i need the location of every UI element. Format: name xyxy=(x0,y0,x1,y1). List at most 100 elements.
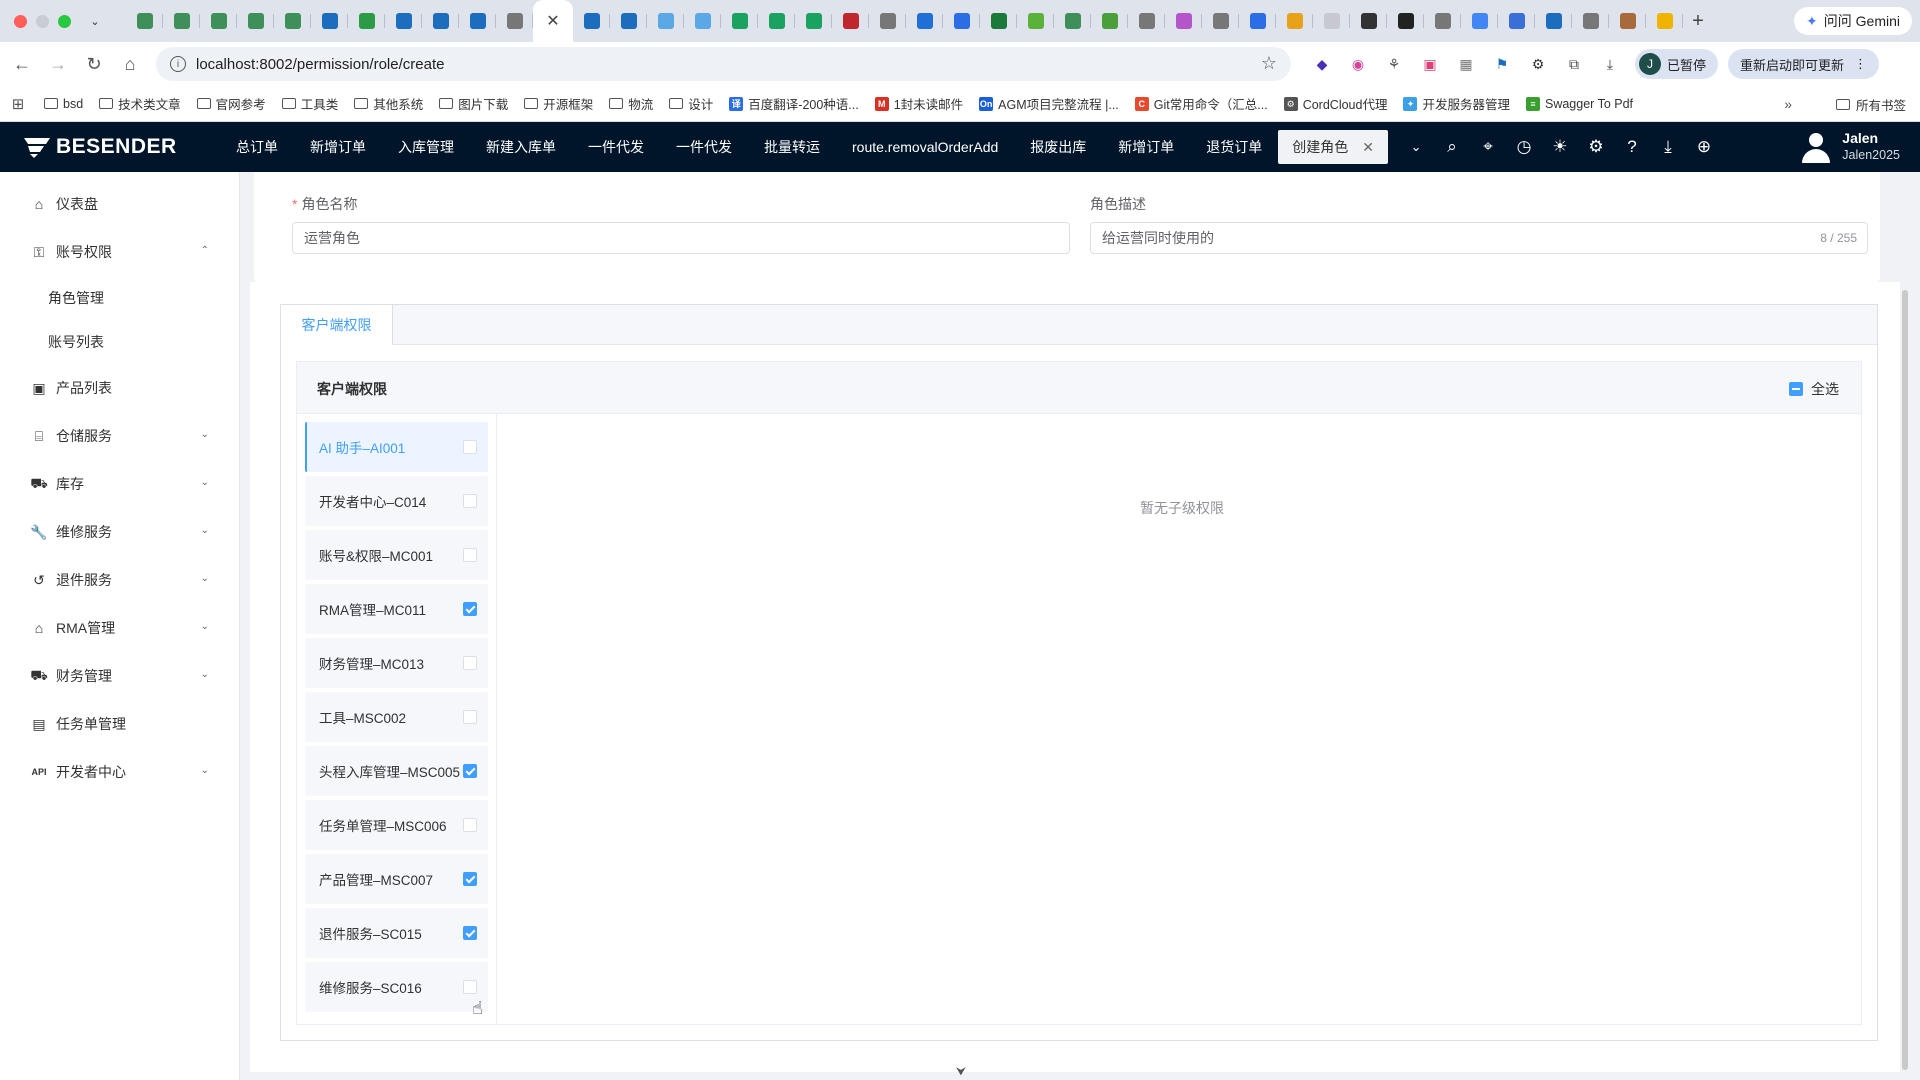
browser-tab[interactable] xyxy=(1646,0,1683,42)
permission-module-item[interactable]: AI 助手–AI001 xyxy=(305,422,488,472)
bookmark-item[interactable]: 图片下载 xyxy=(431,94,516,113)
extension-pink-icon[interactable]: ▣ xyxy=(1417,51,1443,77)
bookmark-item[interactable]: M 1封未读邮件 xyxy=(867,94,971,113)
browser-tab[interactable] xyxy=(1313,0,1350,42)
logo[interactable]: BESENDER xyxy=(0,135,230,159)
browser-tab[interactable] xyxy=(1017,0,1054,42)
select-all-box[interactable] xyxy=(1789,382,1803,396)
browser-tab[interactable] xyxy=(1424,0,1461,42)
role-desc-input[interactable]: 给运营同时使用的 8 / 255 xyxy=(1090,222,1868,254)
scroll-down-icon[interactable]: ⮟ xyxy=(952,1064,970,1080)
all-bookmarks-button[interactable]: 所有书签 xyxy=(1835,86,1906,122)
page-tab[interactable]: 退货订单 xyxy=(1190,122,1278,172)
extension-diamond-icon[interactable]: ◆ xyxy=(1309,51,1335,77)
bookmark-item[interactable]: 设计 xyxy=(661,94,721,113)
page-tab[interactable]: 新增订单 xyxy=(294,122,382,172)
page-tab[interactable]: route.removalOrderAdd xyxy=(836,122,1014,172)
bookmark-item[interactable]: 官网参考 xyxy=(189,94,274,113)
browser-tab-active[interactable]: ✕ xyxy=(533,0,573,42)
profile-paused-button[interactable]: J 已暂停 xyxy=(1635,49,1719,79)
browser-tab[interactable] xyxy=(1498,0,1535,42)
sidebar-subitem[interactable]: 账号列表 xyxy=(0,320,239,364)
permission-module-item[interactable]: 维修服务–SC016 xyxy=(305,962,488,1012)
permission-module-item[interactable]: 开发者中心–C014 xyxy=(305,476,488,526)
page-tab[interactable]: 报废出库 xyxy=(1014,122,1102,172)
site-info-icon[interactable]: i xyxy=(170,56,186,72)
bookmark-item[interactable]: bsd xyxy=(36,97,91,111)
maximize-window-button[interactable] xyxy=(58,14,71,28)
browser-tab[interactable] xyxy=(1239,0,1276,42)
search-icon[interactable]: ⌕ xyxy=(1434,137,1470,157)
browser-tab[interactable] xyxy=(1165,0,1202,42)
bookmark-item[interactable]: ✦ 开发服务器管理 xyxy=(1395,94,1518,113)
browser-tab[interactable] xyxy=(573,0,610,42)
download-icon[interactable]: ⤓ xyxy=(1597,51,1623,77)
browser-tab[interactable] xyxy=(1350,0,1387,42)
sidebar-item-inventory[interactable]: ⛟ 库存 ⌄ xyxy=(0,460,239,508)
browser-tab[interactable] xyxy=(311,0,348,42)
page-tab[interactable]: 总订单 xyxy=(232,122,294,172)
permission-module-item[interactable]: 财务管理–MC013 xyxy=(305,638,488,688)
browser-tab[interactable] xyxy=(1276,0,1313,42)
page-tab[interactable]: 新建入库单 xyxy=(470,122,572,172)
gemini-button[interactable]: ✦ 问问 Gemini xyxy=(1794,7,1912,35)
reload-icon[interactable]: ↻ xyxy=(76,54,112,75)
tab-create-role[interactable]: 创建角色 ✕ xyxy=(1278,130,1389,164)
settings-gear-icon[interactable]: ⚙ xyxy=(1578,137,1614,157)
browser-tab[interactable] xyxy=(1054,0,1091,42)
permission-checkbox[interactable] xyxy=(463,548,477,562)
bookmark-item[interactable]: ≡ Swagger To Pdf xyxy=(1518,96,1641,111)
permission-checkbox[interactable] xyxy=(463,764,477,778)
browser-tab[interactable] xyxy=(1202,0,1239,42)
page-scrollbar[interactable] xyxy=(1902,290,1908,1070)
permission-checkbox[interactable] xyxy=(463,440,477,454)
sidebar-item-return[interactable]: ↺ 退件服务 ⌄ xyxy=(0,556,239,604)
extensions-puzzle-icon[interactable]: ⧉ xyxy=(1561,51,1587,77)
permission-checkbox[interactable] xyxy=(463,602,477,616)
permission-module-item[interactable]: 头程入库管理–MSC005 xyxy=(305,746,488,796)
add-circle-icon[interactable]: ⊕ xyxy=(1686,137,1722,157)
browser-tab[interactable] xyxy=(1461,0,1498,42)
browser-tab[interactable] xyxy=(1609,0,1646,42)
sidebar-item-task[interactable]: ▤ 任务单管理 xyxy=(0,700,239,748)
theme-sun-icon[interactable]: ☀ xyxy=(1542,137,1578,157)
browser-tab[interactable] xyxy=(422,0,459,42)
extension-ring-icon[interactable]: ◉ xyxy=(1345,51,1371,77)
browser-tab[interactable] xyxy=(980,0,1017,42)
apps-grid-icon[interactable]: ⊞ xyxy=(0,95,36,113)
close-tab-icon[interactable]: ✕ xyxy=(546,11,559,31)
browser-tab[interactable] xyxy=(943,0,980,42)
browser-tab[interactable] xyxy=(496,0,533,42)
browser-tab[interactable] xyxy=(459,0,496,42)
browser-tab[interactable] xyxy=(163,0,200,42)
permission-checkbox[interactable] xyxy=(463,980,477,994)
browser-tab[interactable] xyxy=(832,0,869,42)
home-icon[interactable]: ⌂ xyxy=(112,54,148,75)
permission-module-item[interactable]: 退件服务–SC015 xyxy=(305,908,488,958)
browser-tab[interactable] xyxy=(274,0,311,42)
sidebar-item-rma[interactable]: ⌂ RMA管理 ⌄ xyxy=(0,604,239,652)
page-tab[interactable]: 入库管理 xyxy=(382,122,470,172)
extension-image-icon[interactable]: ▦ xyxy=(1453,51,1479,77)
bookmark-star-icon[interactable]: ☆ xyxy=(1261,53,1277,74)
bookmark-item[interactable]: 其他系统 xyxy=(346,94,431,113)
permission-module-item[interactable]: 任务单管理–MSC006 xyxy=(305,800,488,850)
bookmark-item[interactable]: 译百度翻译-200种语... xyxy=(721,94,866,113)
user-menu[interactable]: Jalen Jalen2025 xyxy=(1800,130,1900,164)
select-all-checkbox[interactable]: 全选 xyxy=(1789,379,1839,399)
browser-tab[interactable] xyxy=(1572,0,1609,42)
sidebar-item-product[interactable]: ▣ 产品列表 xyxy=(0,364,239,412)
restart-update-button[interactable]: 重新启动即可更新 ⋮ xyxy=(1728,49,1880,79)
browser-tab[interactable] xyxy=(906,0,943,42)
sidebar-item-wrench[interactable]: 🔧 维修服务 ⌄ xyxy=(0,508,239,556)
permission-checkbox[interactable] xyxy=(463,494,477,508)
browser-tab[interactable] xyxy=(647,0,684,42)
permission-module-item[interactable]: 工具–MSC002 xyxy=(305,692,488,742)
address-bar[interactable]: i localhost:8002/permission/role/create … xyxy=(156,47,1291,81)
browser-tab[interactable] xyxy=(610,0,647,42)
page-tab[interactable]: 一件代发 xyxy=(572,122,660,172)
permission-checkbox[interactable] xyxy=(463,818,477,832)
help-icon[interactable]: ? xyxy=(1614,137,1650,157)
permission-module-item[interactable]: 产品管理–MSC007 xyxy=(305,854,488,904)
close-tab-icon[interactable]: ✕ xyxy=(1362,139,1374,156)
